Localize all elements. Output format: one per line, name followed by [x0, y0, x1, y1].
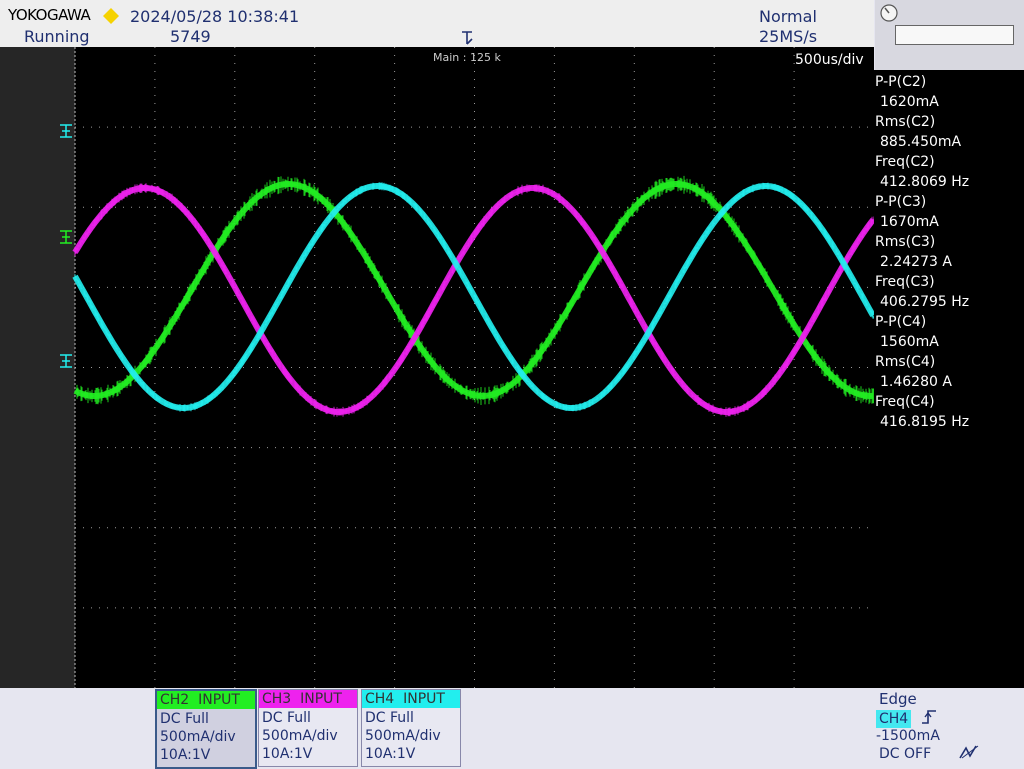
- measurement-value: 885.450mA: [880, 134, 962, 150]
- brand-label: YOKOGAWA: [8, 6, 91, 24]
- knob-icon[interactable]: [879, 3, 899, 27]
- measurement-label: Rms(C3): [875, 234, 936, 250]
- channel-name: CH4: [365, 691, 395, 707]
- timebase-label: 500us/div: [795, 52, 864, 68]
- measurement-label: P-P(C4): [875, 314, 927, 330]
- measurement-label: Rms(C2): [875, 114, 936, 130]
- main-record-length: Main : 125 k: [433, 51, 501, 64]
- ch2-ground-marker: [60, 230, 72, 244]
- channel-box-ch4[interactable]: CH4 INPUT DC Full 500mA/div 10A:1V: [361, 689, 461, 767]
- measurement-value: 2.24273 A: [880, 254, 952, 270]
- trigger-level-marker: [60, 354, 72, 368]
- measurement-value: 1670mA: [880, 214, 939, 230]
- running-indicator-icon: [102, 7, 120, 29]
- trigger-level: -1500mA: [876, 728, 940, 744]
- ch4-ground-marker: [60, 124, 72, 138]
- measurement-value: 1560mA: [880, 334, 939, 350]
- measurement-label: Freq(C4): [875, 394, 935, 410]
- channel-scale: 500mA/div: [160, 729, 236, 745]
- channel-markers: [60, 124, 72, 368]
- bottom-bar: [0, 688, 1024, 768]
- sample-rate: 25MS/s: [759, 27, 818, 46]
- trigger-coupling: DC OFF: [879, 746, 932, 762]
- channel-name: CH3: [262, 691, 292, 707]
- rising-edge-icon: [920, 708, 938, 730]
- softkey-panel: [875, 0, 1024, 70]
- measurement-value: 406.2795 Hz: [880, 294, 970, 310]
- channel-probe: 10A:1V: [160, 747, 211, 763]
- channel-input: INPUT: [403, 691, 445, 707]
- trigger-source-badge[interactable]: CH4: [876, 710, 912, 728]
- channel-input: INPUT: [198, 692, 240, 708]
- run-status: Running: [24, 27, 90, 46]
- channel-scale: 500mA/div: [262, 728, 338, 744]
- measurement-label: P-P(C3): [875, 194, 927, 210]
- waveform-svg: [60, 47, 876, 688]
- channel-probe: 10A:1V: [365, 746, 416, 762]
- measurement-label: P-P(C2): [875, 74, 927, 90]
- channel-probe: 10A:1V: [262, 746, 313, 762]
- channel-coupling: DC Full: [262, 710, 311, 726]
- channel-coupling: DC Full: [365, 710, 414, 726]
- measurement-value: 412.8069 Hz: [880, 174, 970, 190]
- channel-box-ch2[interactable]: CH2 INPUT DC Full 500mA/div 10A:1V: [155, 689, 257, 769]
- channel-input: INPUT: [300, 691, 342, 707]
- channel-coupling: DC Full: [160, 711, 209, 727]
- channel-header: CH4 INPUT: [362, 690, 460, 708]
- channel-box-ch3[interactable]: CH3 INPUT DC Full 500mA/div 10A:1V: [258, 689, 358, 767]
- datetime-label: 2024/05/28 10:38:41: [130, 7, 300, 26]
- trigger-mode: Normal: [759, 7, 817, 26]
- measurement-label: Rms(C4): [875, 354, 936, 370]
- waveform-display: Main : 125 k 500us/div: [0, 47, 876, 688]
- measurement-label: Freq(C2): [875, 154, 935, 170]
- channel-header: CH2 INPUT: [157, 691, 255, 709]
- hf-reject-icon: [958, 744, 980, 764]
- channel-header: CH3 INPUT: [259, 690, 357, 708]
- acquisition-count: 5749: [170, 27, 211, 46]
- measurement-value: 1.46280 A: [880, 374, 952, 390]
- channel-name: CH2: [160, 692, 190, 708]
- channel-scale: 500mA/div: [365, 728, 441, 744]
- measurement-label: Freq(C3): [875, 274, 935, 290]
- oscilloscope-screen: YOKOGAWA 2024/05/28 10:38:41 Running 574…: [0, 0, 1024, 769]
- measurement-value: 416.8195 Hz: [880, 414, 970, 430]
- value-input[interactable]: [895, 25, 1014, 45]
- trigger-type: Edge: [879, 690, 917, 708]
- measurement-value: 1620mA: [880, 94, 939, 110]
